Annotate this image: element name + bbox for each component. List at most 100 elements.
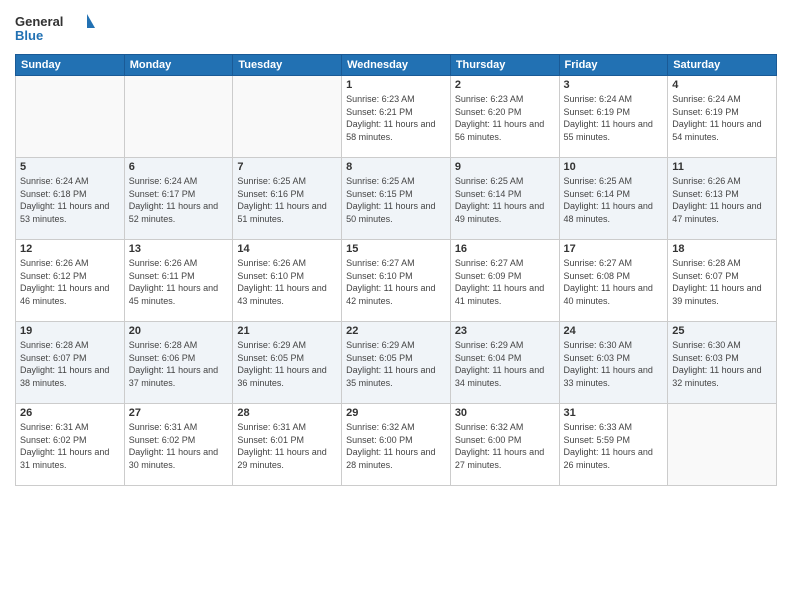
day-number: 14 — [237, 243, 337, 255]
day-info: Sunrise: 6:28 AM Sunset: 6:07 PM Dayligh… — [672, 257, 772, 307]
day-number: 25 — [672, 325, 772, 337]
calendar-cell: 4 Sunrise: 6:24 AM Sunset: 6:19 PM Daylig… — [668, 76, 777, 158]
day-info: Sunrise: 6:30 AM Sunset: 6:03 PM Dayligh… — [672, 339, 772, 389]
calendar-cell: 10 Sunrise: 6:25 AM Sunset: 6:14 PM Dayli… — [559, 158, 668, 240]
calendar-cell: 6Sunrise: 6:24 AM Sunset: 6:17 PM Daylig… — [124, 158, 233, 240]
day-info: Sunrise: 6:28 AM Sunset: 6:06 PM Dayligh… — [129, 339, 229, 389]
day-info: Sunrise: 6:24 AM Sunset: 6:19 PM Dayligh… — [672, 93, 772, 143]
calendar-cell: 26 Sunrise: 6:31 AM Sunset: 6:02 PM Dayli… — [16, 404, 125, 486]
day-number: 17 — [564, 243, 664, 255]
calendar-cell: 24 Sunrise: 6:30 AM Sunset: 6:03 PM Dayli… — [559, 322, 668, 404]
day-info: Sunrise: 6:25 AM Sunset: 6:16 PM Dayligh… — [237, 175, 337, 225]
day-number: 8 — [346, 161, 446, 173]
calendar-cell: 8 Sunrise: 6:25 AM Sunset: 6:15 PM Daylig… — [342, 158, 451, 240]
weekday-header-saturday: Saturday — [668, 55, 777, 76]
calendar-cell: 19Sunrise: 6:28 AM Sunset: 6:07 PM Dayli… — [16, 322, 125, 404]
day-number: 3 — [564, 79, 664, 91]
day-info: Sunrise: 6:26 AM Sunset: 6:11 PM Dayligh… — [129, 257, 229, 307]
day-info: Sunrise: 6:31 AM Sunset: 6:02 PM Dayligh… — [129, 421, 229, 471]
day-info: Sunrise: 6:29 AM Sunset: 6:05 PM Dayligh… — [237, 339, 337, 389]
calendar-cell: 14 Sunrise: 6:26 AM Sunset: 6:10 PM Dayli… — [233, 240, 342, 322]
calendar-cell: 21 Sunrise: 6:29 AM Sunset: 6:05 PM Dayli… — [233, 322, 342, 404]
day-info: Sunrise: 6:25 AM Sunset: 6:14 PM Dayligh… — [564, 175, 664, 225]
day-info: Sunrise: 6:25 AM Sunset: 6:15 PM Dayligh… — [346, 175, 446, 225]
calendar-cell — [233, 76, 342, 158]
day-info: Sunrise: 6:27 AM Sunset: 6:08 PM Dayligh… — [564, 257, 664, 307]
calendar-cell — [16, 76, 125, 158]
day-info: Sunrise: 6:23 AM Sunset: 6:20 PM Dayligh… — [455, 93, 555, 143]
calendar-cell: 17 Sunrise: 6:27 AM Sunset: 6:08 PM Dayli… — [559, 240, 668, 322]
day-info: Sunrise: 6:26 AM Sunset: 6:10 PM Dayligh… — [237, 257, 337, 307]
day-number: 22 — [346, 325, 446, 337]
calendar-cell: 29 Sunrise: 6:32 AM Sunset: 6:00 PM Dayli… — [342, 404, 451, 486]
day-number: 24 — [564, 325, 664, 337]
day-info: Sunrise: 6:31 AM Sunset: 6:01 PM Dayligh… — [237, 421, 337, 471]
day-number: 27 — [129, 407, 229, 419]
calendar-cell: 18 Sunrise: 6:28 AM Sunset: 6:07 PM Dayli… — [668, 240, 777, 322]
day-number: 21 — [237, 325, 337, 337]
day-number: 16 — [455, 243, 555, 255]
day-info: Sunrise: 6:33 AM Sunset: 5:59 PM Dayligh… — [564, 421, 664, 471]
calendar-cell — [124, 76, 233, 158]
logo: General Blue — [15, 10, 95, 46]
weekday-header-monday: Monday — [124, 55, 233, 76]
weekday-header-row: SundayMondayTuesdayWednesdayThursdayFrid… — [16, 55, 777, 76]
day-number: 29 — [346, 407, 446, 419]
day-number: 11 — [672, 161, 772, 173]
day-number: 23 — [455, 325, 555, 337]
day-info: Sunrise: 6:31 AM Sunset: 6:02 PM Dayligh… — [20, 421, 120, 471]
weekday-header-thursday: Thursday — [450, 55, 559, 76]
day-number: 31 — [564, 407, 664, 419]
svg-text:General: General — [15, 14, 63, 29]
logo-svg: General Blue — [15, 10, 95, 46]
calendar-week-row: 12 Sunrise: 6:26 AM Sunset: 6:12 PM Dayli… — [16, 240, 777, 322]
calendar-cell: 16 Sunrise: 6:27 AM Sunset: 6:09 PM Dayli… — [450, 240, 559, 322]
day-info: Sunrise: 6:25 AM Sunset: 6:14 PM Dayligh… — [455, 175, 555, 225]
day-info: Sunrise: 6:27 AM Sunset: 6:10 PM Dayligh… — [346, 257, 446, 307]
svg-text:Blue: Blue — [15, 28, 43, 43]
calendar-cell: 13 Sunrise: 6:26 AM Sunset: 6:11 PM Dayli… — [124, 240, 233, 322]
calendar-cell: 20 Sunrise: 6:28 AM Sunset: 6:06 PM Dayli… — [124, 322, 233, 404]
day-number: 26 — [20, 407, 120, 419]
calendar-cell: 3Sunrise: 6:24 AM Sunset: 6:19 PM Daylig… — [559, 76, 668, 158]
calendar-cell: 5 Sunrise: 6:24 AM Sunset: 6:18 PM Daylig… — [16, 158, 125, 240]
day-number: 10 — [564, 161, 664, 173]
day-info: Sunrise: 6:30 AM Sunset: 6:03 PM Dayligh… — [564, 339, 664, 389]
calendar-cell: 30 Sunrise: 6:32 AM Sunset: 6:00 PM Dayli… — [450, 404, 559, 486]
day-info: Sunrise: 6:32 AM Sunset: 6:00 PM Dayligh… — [346, 421, 446, 471]
calendar-cell: 31 Sunrise: 6:33 AM Sunset: 5:59 PM Dayli… — [559, 404, 668, 486]
day-info: Sunrise: 6:26 AM Sunset: 6:13 PM Dayligh… — [672, 175, 772, 225]
day-number: 30 — [455, 407, 555, 419]
calendar-cell: 27 Sunrise: 6:31 AM Sunset: 6:02 PM Dayli… — [124, 404, 233, 486]
day-number: 4 — [672, 79, 772, 91]
day-number: 18 — [672, 243, 772, 255]
day-number: 6 — [129, 161, 229, 173]
day-number: 5 — [20, 161, 120, 173]
day-info: Sunrise: 6:27 AM Sunset: 6:09 PM Dayligh… — [455, 257, 555, 307]
calendar-cell: 11 Sunrise: 6:26 AM Sunset: 6:13 PM Dayli… — [668, 158, 777, 240]
day-info: Sunrise: 6:29 AM Sunset: 6:04 PM Dayligh… — [455, 339, 555, 389]
calendar-cell: 7 Sunrise: 6:25 AM Sunset: 6:16 PM Daylig… — [233, 158, 342, 240]
day-number: 9 — [455, 161, 555, 173]
calendar-week-row: 5 Sunrise: 6:24 AM Sunset: 6:18 PM Daylig… — [16, 158, 777, 240]
calendar-cell: 25 Sunrise: 6:30 AM Sunset: 6:03 PM Dayli… — [668, 322, 777, 404]
day-info: Sunrise: 6:26 AM Sunset: 6:12 PM Dayligh… — [20, 257, 120, 307]
day-number: 20 — [129, 325, 229, 337]
day-number: 1 — [346, 79, 446, 91]
day-info: Sunrise: 6:23 AM Sunset: 6:21 PM Dayligh… — [346, 93, 446, 143]
day-number: 12 — [20, 243, 120, 255]
day-info: Sunrise: 6:24 AM Sunset: 6:18 PM Dayligh… — [20, 175, 120, 225]
calendar-cell: 9 Sunrise: 6:25 AM Sunset: 6:14 PM Daylig… — [450, 158, 559, 240]
calendar-cell: 15Sunrise: 6:27 AM Sunset: 6:10 PM Dayli… — [342, 240, 451, 322]
page-header: General Blue — [15, 10, 777, 46]
calendar-cell: 1 Sunrise: 6:23 AM Sunset: 6:21 PM Daylig… — [342, 76, 451, 158]
day-number: 13 — [129, 243, 229, 255]
calendar-table: SundayMondayTuesdayWednesdayThursdayFrid… — [15, 54, 777, 486]
weekday-header-sunday: Sunday — [16, 55, 125, 76]
weekday-header-friday: Friday — [559, 55, 668, 76]
day-number: 7 — [237, 161, 337, 173]
calendar-cell — [668, 404, 777, 486]
day-info: Sunrise: 6:32 AM Sunset: 6:00 PM Dayligh… — [455, 421, 555, 471]
calendar-cell: 12 Sunrise: 6:26 AM Sunset: 6:12 PM Dayli… — [16, 240, 125, 322]
day-number: 19 — [20, 325, 120, 337]
